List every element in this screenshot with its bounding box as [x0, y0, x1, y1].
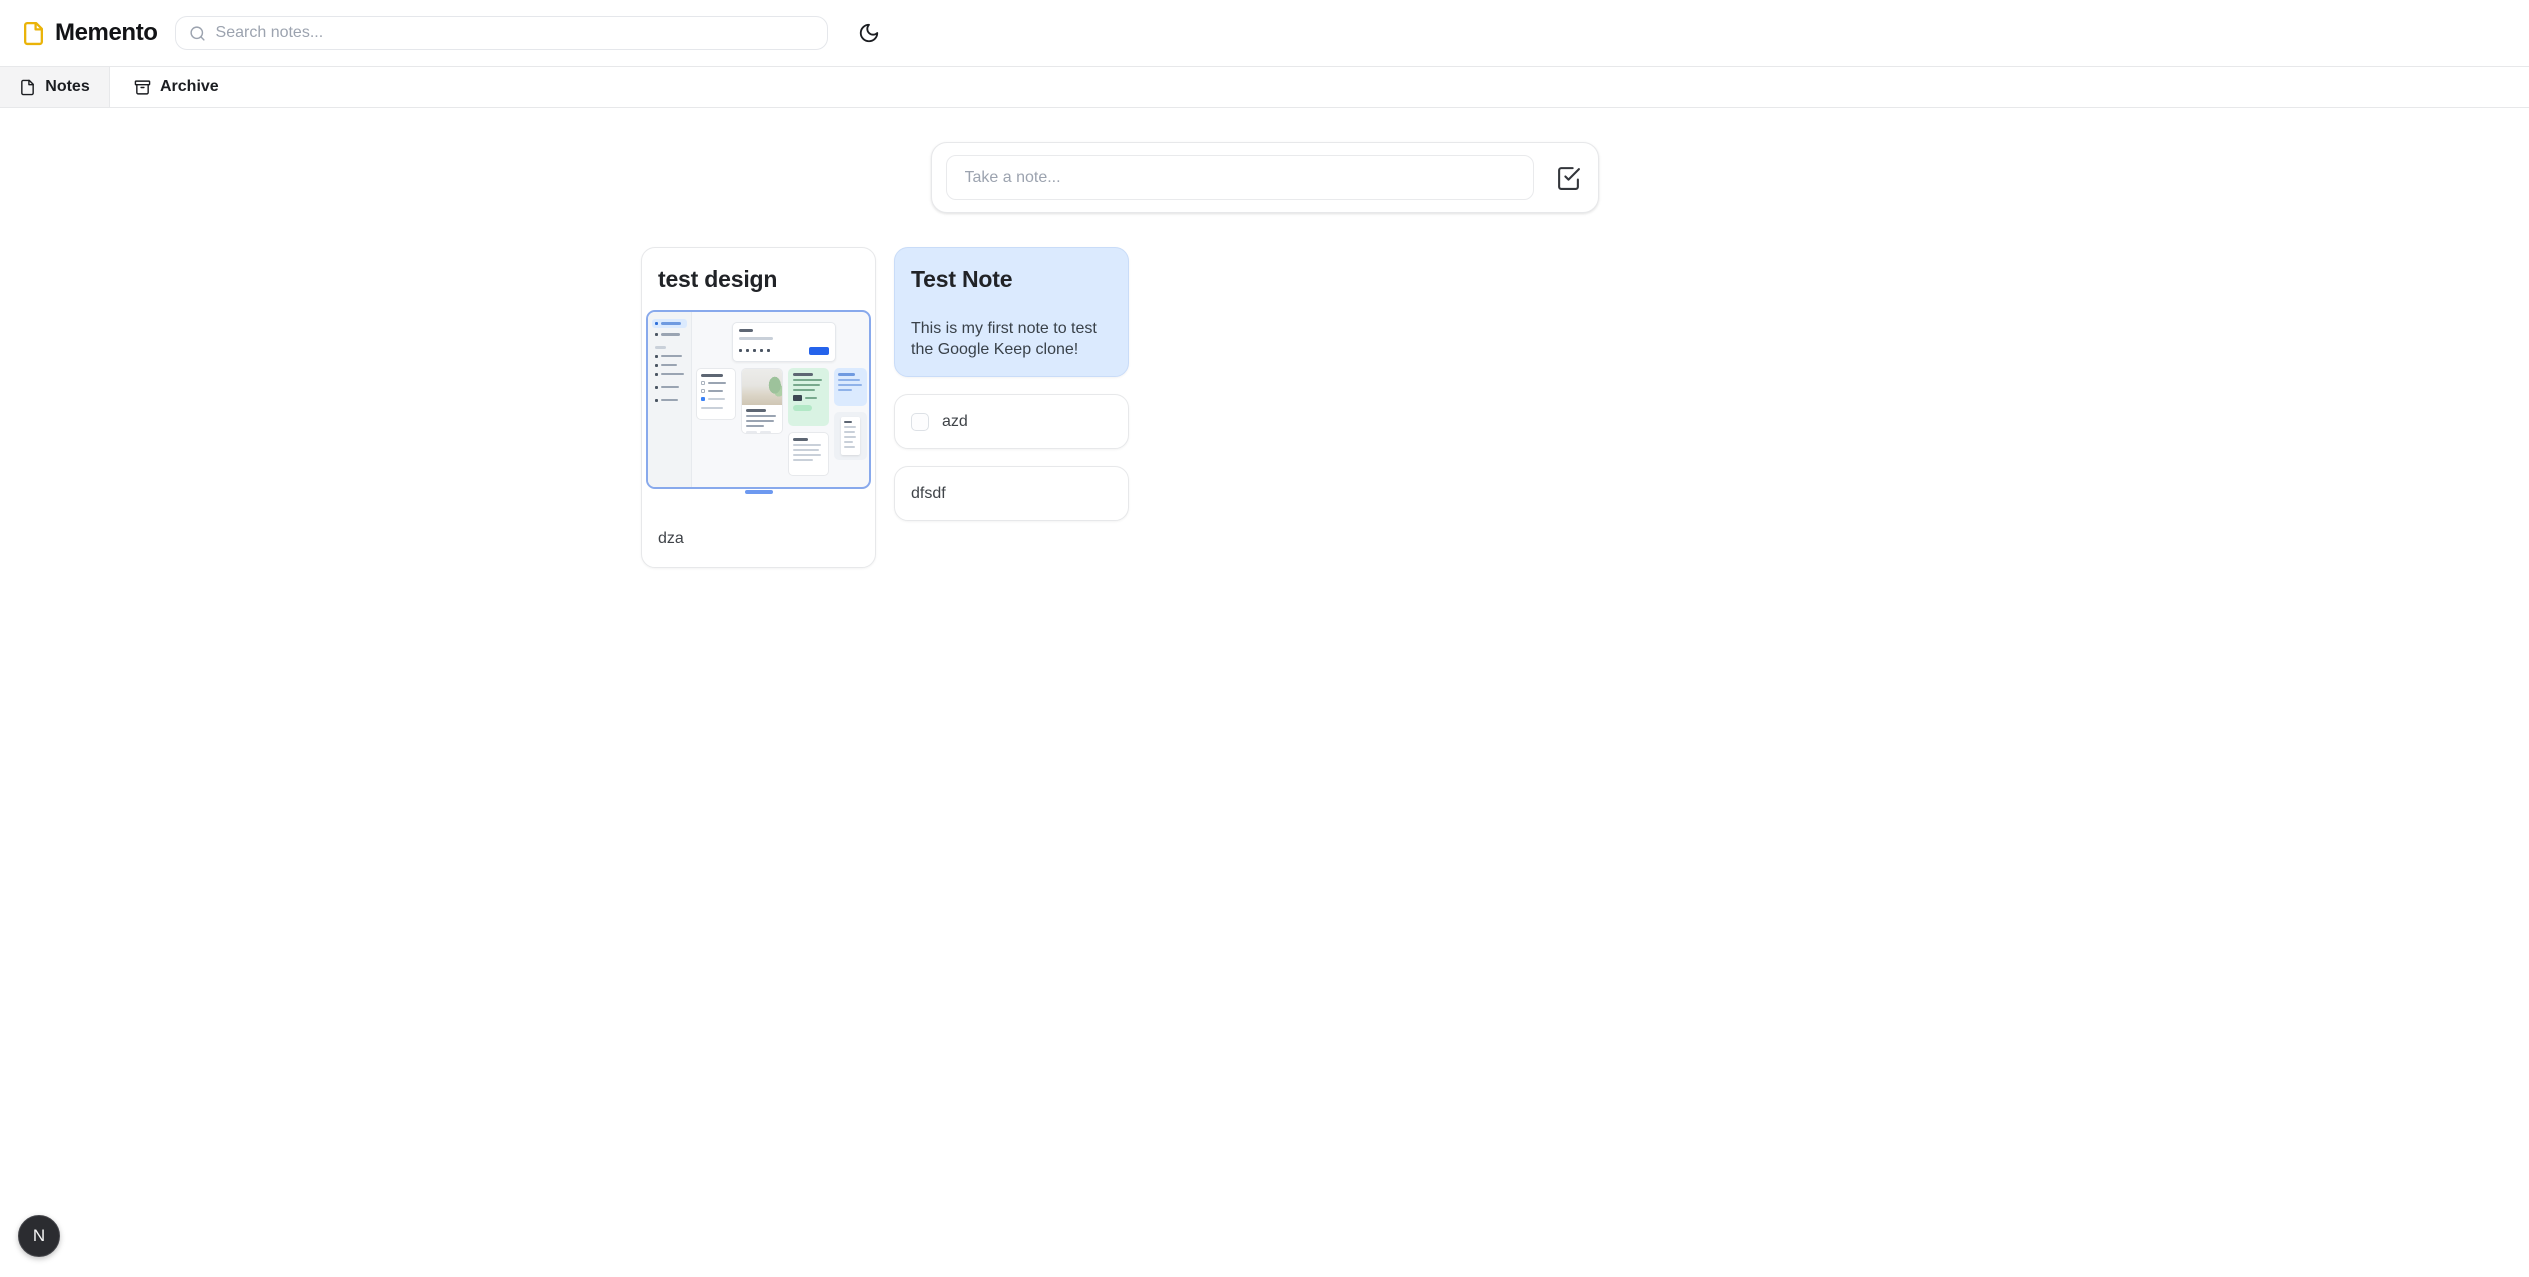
- tab-archive[interactable]: Archive: [110, 67, 243, 107]
- notes-grid: test design: [641, 247, 1888, 568]
- note-composer: [931, 142, 1599, 213]
- note-card-test-note[interactable]: Test Note This is my first note to test …: [894, 247, 1129, 377]
- notes-main: test design: [0, 142, 2529, 568]
- check-square-icon: [1556, 165, 1581, 190]
- app-header: Memento: [0, 0, 2529, 66]
- note-body: dza: [646, 492, 871, 563]
- note-body: dfsdf: [911, 483, 1112, 504]
- search-icon: [189, 25, 206, 42]
- take-note-input[interactable]: [946, 155, 1534, 200]
- file-icon: [19, 79, 36, 96]
- user-avatar[interactable]: N: [18, 1215, 60, 1257]
- file-icon: [21, 21, 46, 46]
- note-body: This is my first note to test the Google…: [911, 318, 1112, 360]
- theme-toggle-button[interactable]: [851, 15, 887, 51]
- thumbnail-gray-card: [834, 412, 867, 460]
- checklist-item-label: azd: [942, 411, 968, 432]
- tab-archive-label: Archive: [160, 78, 219, 96]
- thumbnail-composer: [732, 322, 836, 362]
- note-card-azd[interactable]: azd: [894, 394, 1129, 449]
- notes-column-1: test design: [641, 247, 876, 568]
- tab-notes-label: Notes: [45, 78, 89, 96]
- archive-icon: [134, 79, 151, 96]
- thumbnail-handle: [745, 490, 773, 494]
- thumbnail-white-card: [788, 432, 829, 476]
- thumbnail-green-card: [788, 368, 829, 426]
- thumbnail-checklist-card: [696, 368, 736, 420]
- note-card-test-design[interactable]: test design: [641, 247, 876, 568]
- app-brand: Memento: [21, 19, 158, 47]
- memento-app: Memento Notes: [0, 0, 2529, 1277]
- notes-column-2: Test Note This is my first note to test …: [894, 247, 1129, 521]
- note-title: Test Note: [911, 264, 1112, 294]
- note-image-thumbnail: [646, 310, 871, 492]
- note-card-dfsdf[interactable]: dfsdf: [894, 466, 1129, 521]
- tab-bar: Notes Archive: [0, 66, 2529, 108]
- checklist-checkbox[interactable]: [911, 413, 929, 431]
- thumbnail-sidebar: [648, 312, 692, 487]
- search-input[interactable]: [216, 24, 814, 42]
- thumbnail-image-card: [741, 368, 783, 434]
- moon-icon: [858, 22, 880, 44]
- note-title: test design: [658, 264, 859, 294]
- thumbnail-window: [646, 310, 871, 489]
- app-title: Memento: [55, 19, 158, 47]
- tab-notes[interactable]: Notes: [0, 67, 110, 107]
- new-checklist-button[interactable]: [1556, 165, 1581, 190]
- thumbnail-blue-card: [834, 368, 867, 406]
- search-bar[interactable]: [175, 16, 828, 50]
